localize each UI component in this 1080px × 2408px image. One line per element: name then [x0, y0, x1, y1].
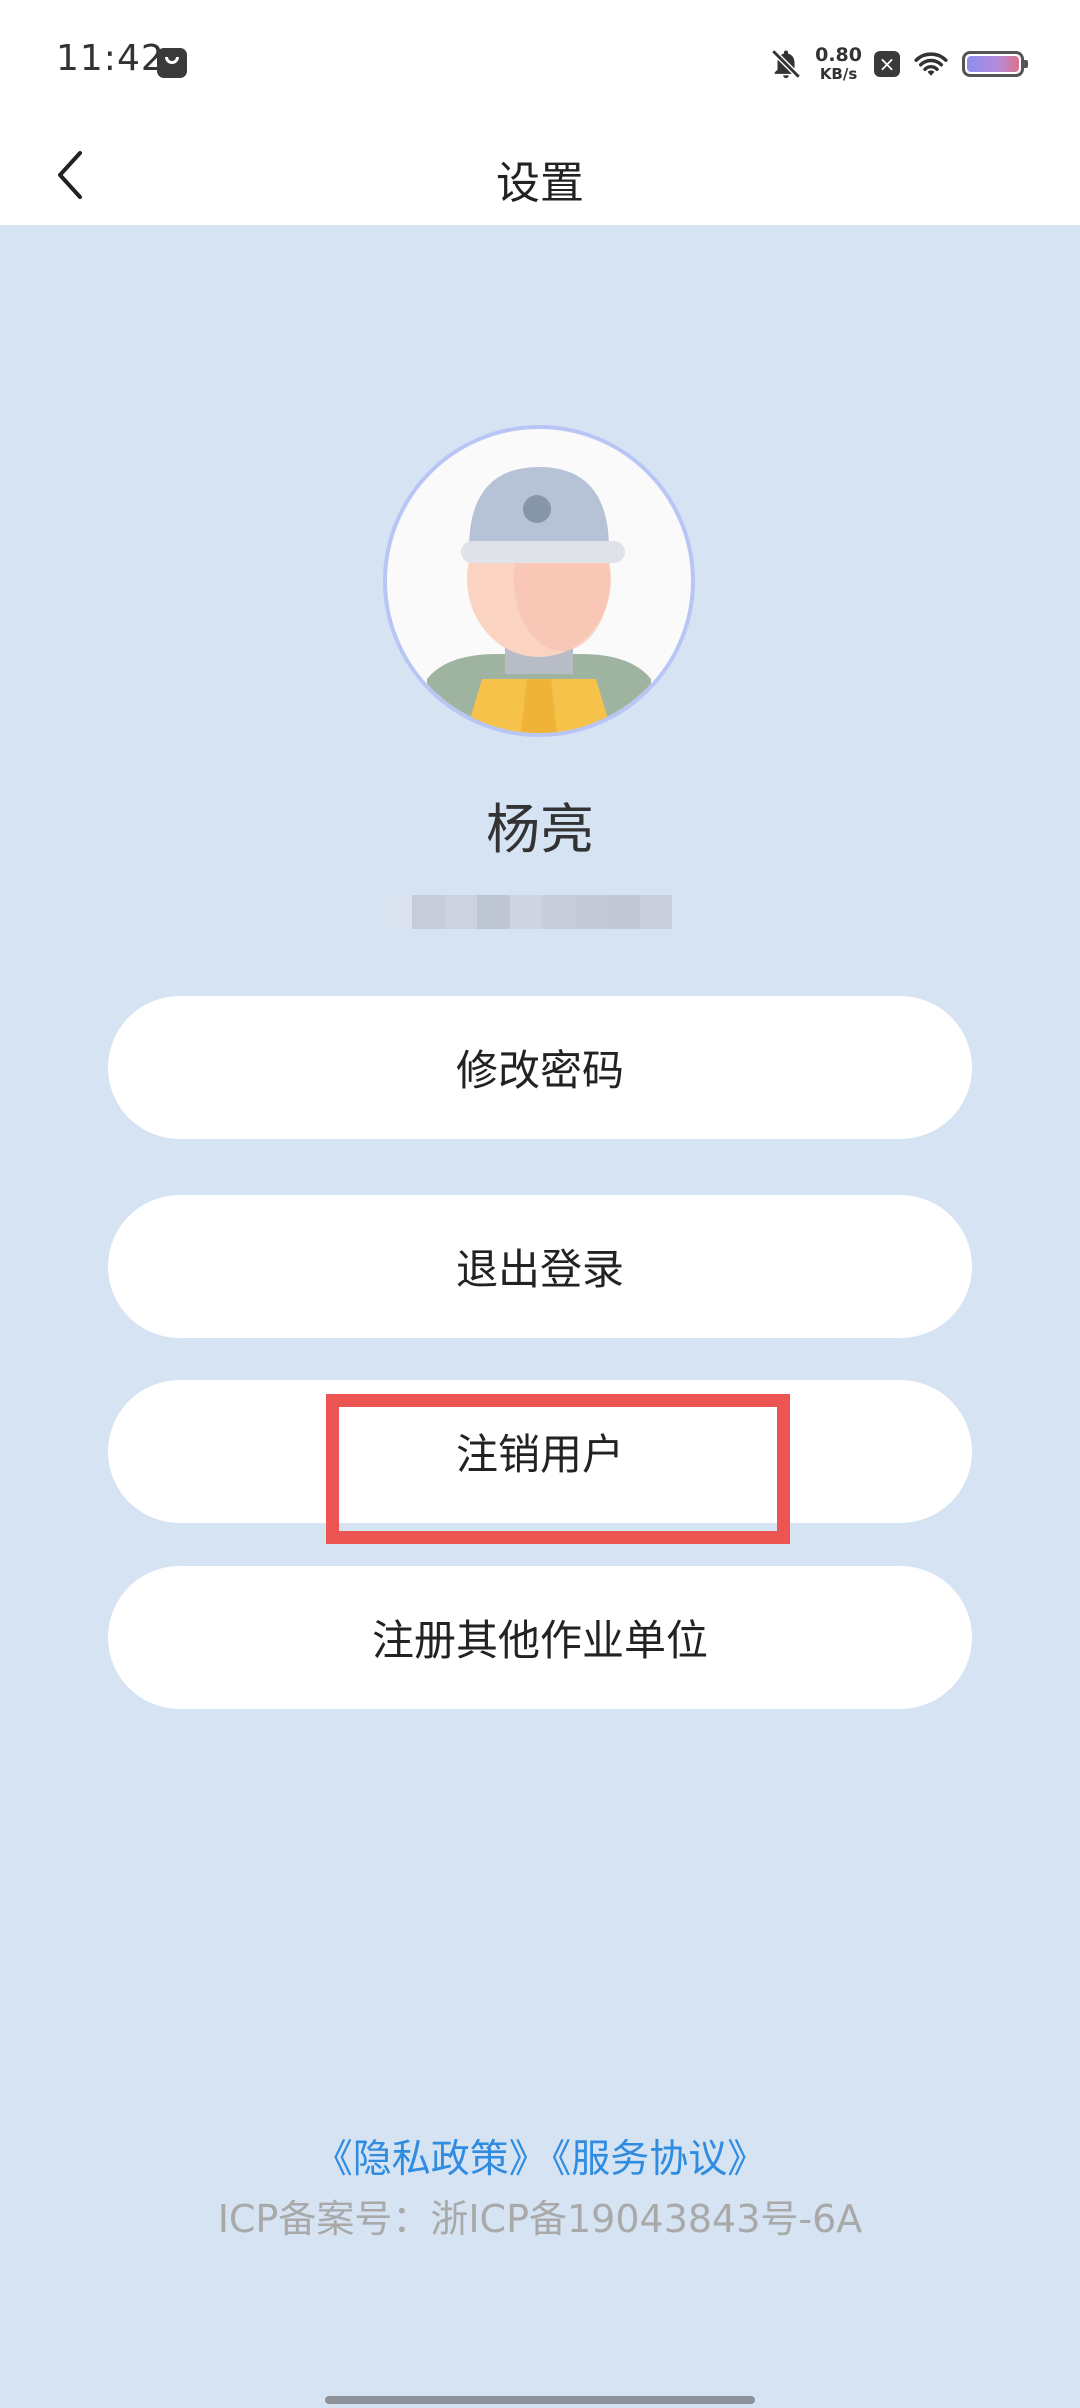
status-time: 11:42 — [56, 38, 165, 79]
avatar[interactable] — [383, 425, 695, 737]
service-agreement-link[interactable]: 《服务协议》 — [552, 2137, 767, 2182]
icp-record-text: ICP备案号：浙ICP备19043843号-6A — [217, 2197, 863, 2241]
app-notification-icon — [157, 48, 187, 78]
battery-fill — [967, 56, 1019, 72]
net-speed: 0.80 KB/s — [815, 46, 862, 82]
page-title: 设置 — [496, 158, 584, 209]
net-speed-unit: KB/s — [819, 65, 858, 83]
footer-links: 《隐私政策》 《服务协议》 — [0, 2128, 1080, 2184]
wifi-icon — [914, 52, 948, 76]
net-speed-value: 0.80 — [815, 44, 862, 66]
masked-phone-number — [380, 895, 672, 929]
bell-mute-icon — [771, 49, 801, 79]
header: 设置 — [0, 125, 1080, 225]
home-indicator[interactable] — [325, 2396, 755, 2404]
battery-icon — [962, 51, 1028, 77]
close-badge-icon: × — [874, 51, 900, 77]
highlight-box — [326, 1394, 790, 1544]
user-name: 杨亮 — [486, 798, 594, 861]
status-icons: 0.80 KB/s × — [769, 40, 1028, 88]
worker-avatar-icon — [427, 467, 651, 733]
logout-button[interactable]: 退出登录 — [108, 1195, 972, 1338]
register-other-unit-button[interactable]: 注册其他作业单位 — [108, 1566, 972, 1709]
change-password-button[interactable]: 修改密码 — [108, 996, 972, 1139]
privacy-policy-link[interactable]: 《隐私政策》 — [314, 2137, 548, 2182]
status-bar: 11:42 0.80 KB/s × — [0, 0, 1080, 125]
